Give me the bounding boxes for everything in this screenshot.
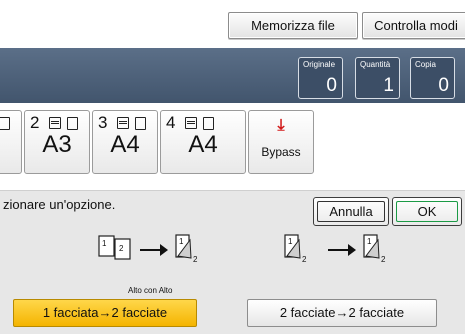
check-modes-button[interactable]: Controlla modi <box>362 12 465 39</box>
tray-number: 3 <box>98 113 108 132</box>
two-to-two-sided-option[interactable]: 2 facciate→2 facciate <box>247 299 437 327</box>
duplex-page-icon: 1 2 <box>284 234 307 264</box>
select-option-prompt: zionare un'opzione. <box>3 197 116 212</box>
quantity-counter-value: 1 <box>383 75 394 96</box>
originals-counter-label: Originale <box>303 60 336 69</box>
bypass-arrow-icon: ⤓ <box>277 117 285 134</box>
paper-stack-icon <box>49 117 61 129</box>
paper-tray-3[interactable]: 3 A4 <box>92 110 158 174</box>
single-page-icon: 1 2 <box>98 235 131 260</box>
one-to-two-sided-option[interactable]: 1 facciata→2 facciate <box>13 299 197 327</box>
duplex-to-duplex-diagram: 1 2 1 2 <box>284 234 386 264</box>
arrow-right-icon <box>140 244 168 256</box>
paper-sheet-icon <box>0 117 10 130</box>
svg-text:1: 1 <box>179 237 184 246</box>
copies-counter-value: 0 <box>438 75 449 96</box>
svg-text:1: 1 <box>288 237 293 246</box>
paper-stack-icon <box>117 117 129 129</box>
svg-text:2: 2 <box>302 255 307 264</box>
paper-tray-partial[interactable] <box>0 110 22 174</box>
paper-tray-4[interactable]: 4 A4 <box>160 110 246 174</box>
cancel-button-label: Annulla <box>317 201 385 222</box>
arrow-right-icon <box>328 244 356 256</box>
tray-paper-size: A4 <box>110 131 140 158</box>
originals-counter-value: 0 <box>326 75 337 96</box>
duplex-page-icon: 1 2 <box>175 234 198 264</box>
ok-button[interactable]: OK <box>392 197 462 226</box>
svg-text:1: 1 <box>102 239 107 248</box>
tray-number: 2 <box>30 113 40 132</box>
duplex-page-icon: 1 2 <box>363 234 386 264</box>
paper-sheet-icon <box>135 117 146 130</box>
svg-text:1: 1 <box>367 237 372 246</box>
bypass-tray[interactable]: ⤓ Bypass <box>248 110 314 174</box>
orientation-caption: Alto con Alto <box>128 286 173 295</box>
paper-sheet-icon <box>67 117 78 130</box>
one-sided-to-duplex-diagram: 1 2 1 2 <box>98 234 198 264</box>
paper-sheet-icon <box>203 117 214 130</box>
cancel-button[interactable]: Annulla <box>313 197 389 226</box>
originals-counter: Originale 0 <box>298 57 343 99</box>
tray-paper-size: A4 <box>188 131 218 158</box>
bypass-label: Bypass <box>261 145 301 159</box>
quantity-counter: Quantità 1 <box>355 57 400 99</box>
svg-text:2: 2 <box>119 244 124 253</box>
svg-text:2: 2 <box>193 255 198 264</box>
ok-button-label: OK <box>396 201 458 222</box>
copies-counter: Copia 0 <box>410 57 455 99</box>
quantity-counter-label: Quantità <box>360 60 391 69</box>
copies-counter-label: Copia <box>415 60 436 69</box>
paper-stack-icon <box>185 117 197 129</box>
paper-tray-2[interactable]: 2 A3 <box>24 110 90 174</box>
tray-paper-size: A3 <box>42 131 72 158</box>
tray-number: 4 <box>166 113 176 132</box>
svg-text:2: 2 <box>381 255 386 264</box>
store-file-button[interactable]: Memorizza file <box>228 12 358 39</box>
